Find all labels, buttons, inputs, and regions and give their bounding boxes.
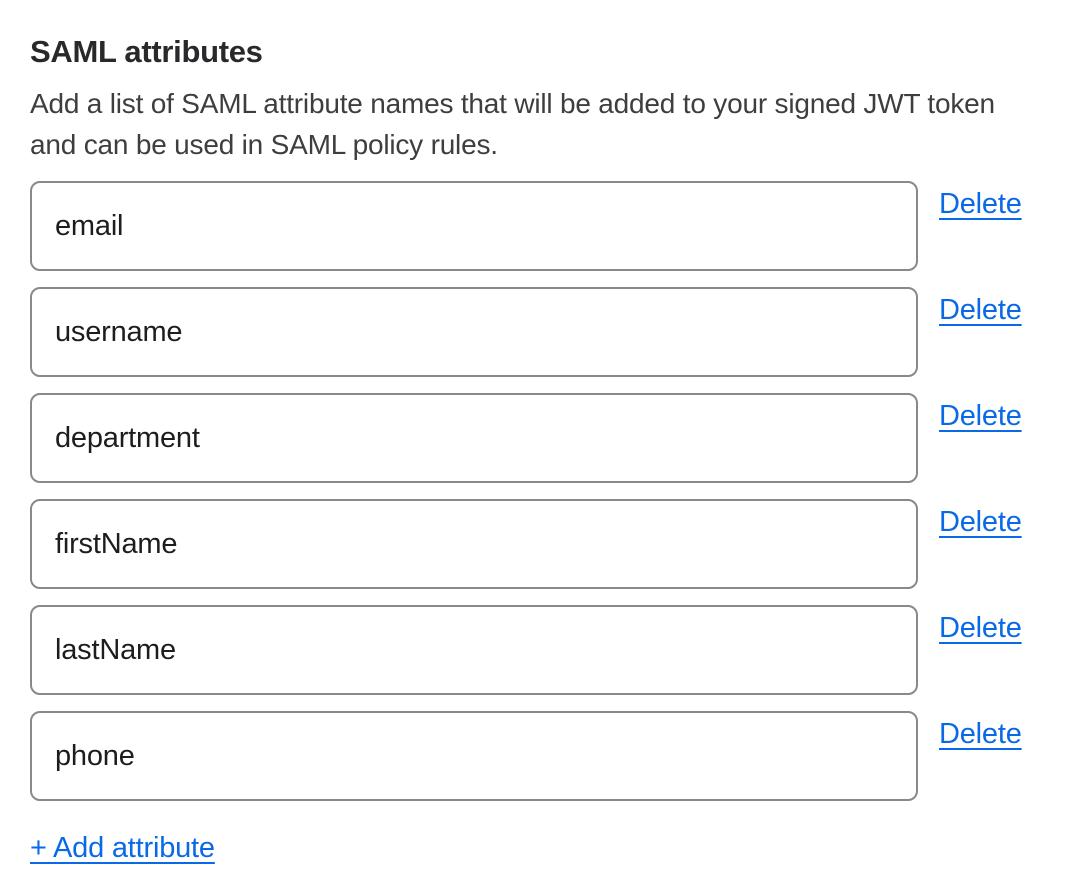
attribute-input[interactable] (30, 499, 918, 589)
page-description: Add a list of SAML attribute names that … (30, 83, 1036, 165)
delete-link[interactable]: Delete (939, 718, 1022, 751)
delete-link[interactable]: Delete (939, 400, 1022, 433)
attribute-row: Delete (30, 499, 1036, 589)
attribute-row: Delete (30, 711, 1036, 801)
page-description-line-2: and can be used in SAML policy rules. (30, 124, 1036, 165)
delete-link[interactable]: Delete (939, 294, 1022, 327)
attribute-row: Delete (30, 393, 1036, 483)
attribute-list: Delete Delete Delete Delete Delete Delet… (30, 181, 1036, 801)
attribute-row: Delete (30, 287, 1036, 377)
delete-link[interactable]: Delete (939, 188, 1022, 221)
attribute-input[interactable] (30, 181, 918, 271)
delete-link[interactable]: Delete (939, 506, 1022, 539)
attribute-row: Delete (30, 181, 1036, 271)
page-description-line-1: Add a list of SAML attribute names that … (30, 83, 1036, 124)
add-attribute-link[interactable]: + Add attribute (30, 832, 215, 865)
attribute-input[interactable] (30, 605, 918, 695)
attribute-row: Delete (30, 605, 1036, 695)
saml-attributes-section: SAML attributes Add a list of SAML attri… (0, 0, 1066, 865)
page-title: SAML attributes (30, 33, 1036, 70)
attribute-input[interactable] (30, 393, 918, 483)
attribute-input[interactable] (30, 287, 918, 377)
delete-link[interactable]: Delete (939, 612, 1022, 645)
attribute-input[interactable] (30, 711, 918, 801)
